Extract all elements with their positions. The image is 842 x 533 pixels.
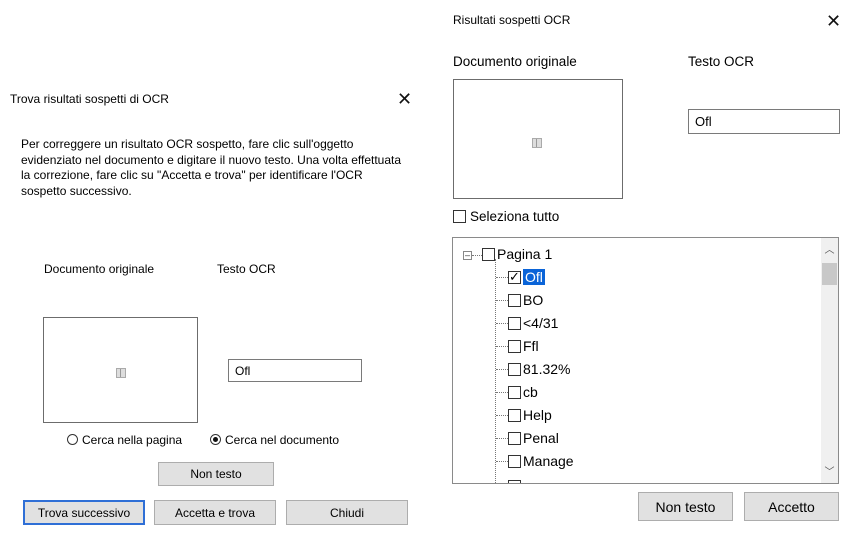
item-label: Penal [523,430,559,446]
tree-scrollbar[interactable]: ︿ ﹀ [821,238,838,483]
tree-item[interactable]: 81.32% [508,358,570,380]
radio-document-icon[interactable] [210,434,221,445]
item-checkbox[interactable] [508,293,521,307]
document-snippet-icon [532,138,542,148]
ocr-text-value: Ofl [235,363,251,378]
item-checkbox[interactable] [508,269,521,285]
radio-page-icon[interactable] [67,434,78,445]
not-text-button[interactable]: Non testo [158,462,274,486]
page-label: Pagina 1 [497,246,553,262]
tree-item[interactable]: cb [508,381,538,403]
collapse-icon[interactable]: – [463,251,472,260]
item-checkbox[interactable] [508,454,521,468]
ocr-text-value: Ofl [695,114,712,129]
item-checkbox[interactable] [508,339,521,353]
select-all-label: Seleziona tutto [470,209,560,224]
close-icon[interactable]: ✕ [397,90,412,108]
not-text-button[interactable]: Non testo [638,492,733,521]
ocr-text-label: Testo OCR [217,262,276,276]
radio-search-document-label: Cerca nel documento [225,433,340,447]
tree-item[interactable]: <4/31 [508,312,558,334]
left-dialog-title: Trova risultati sospetti di OCR [10,92,169,106]
item-checkbox[interactable] [508,316,521,330]
close-button[interactable]: Chiudi [286,500,408,525]
item-label: <4/31 [523,315,559,331]
ocr-text-input[interactable]: Ofl [688,109,840,134]
tree-item[interactable]: Help [508,404,552,426]
item-label: Ofl [523,269,545,285]
item-label: Help [523,407,552,423]
tree-item[interactable]: Ofl [508,266,545,288]
scroll-up-icon[interactable]: ︿ [821,241,838,256]
close-icon[interactable]: ✕ [826,12,841,30]
scroll-down-icon[interactable]: ﹀ [821,463,838,478]
accept-button[interactable]: Accetto [744,492,839,521]
scroll-thumb[interactable] [822,263,837,285]
item-checkbox[interactable] [508,408,521,422]
item-label: 81.32% [523,361,571,377]
item-label: Ffl [523,338,539,354]
instructions-text: Per correggere un risultato OCR sospetto… [21,137,402,198]
original-document-label: Documento originale [44,262,155,276]
ocr-text-label: Testo OCR [688,54,755,69]
document-snippet-icon [116,368,126,378]
tree-item[interactable]: BO [508,289,543,311]
radio-search-document[interactable]: Cerca nel documento [210,433,339,447]
radio-search-page-label: Cerca nella pagina [82,433,183,447]
tree-item[interactable]: Penal [508,427,559,449]
item-label: cb [523,384,538,400]
original-document-preview [43,317,198,423]
item-checkbox[interactable] [508,385,521,399]
tree-node-page[interactable]: Pagina 1 [482,243,552,265]
radio-search-page[interactable]: Cerca nella pagina [67,433,182,447]
suspect-results-tree[interactable]: – Pagina 1 Ofl BO <4/31 Ffl [452,237,839,484]
item-label: BO [523,292,544,308]
find-next-button[interactable]: Trova successivo [23,500,145,525]
accept-and-find-button[interactable]: Accetta e trova [154,500,276,525]
original-document-preview [453,79,623,199]
select-all-checkbox[interactable]: Seleziona tutto [453,209,559,224]
page-checkbox[interactable] [482,247,495,261]
item-label: Manage [523,453,574,469]
right-dialog-title: Risultati sospetti OCR [453,13,571,27]
item-checkbox[interactable] [508,431,521,445]
tree-item[interactable]: Manage [508,450,574,472]
original-document-label: Documento originale [453,54,577,69]
tree-item[interactable]: Ffl [508,335,539,357]
ocr-text-input[interactable]: Ofl [228,359,362,382]
select-all-box[interactable] [453,210,466,223]
item-checkbox[interactable] [508,362,521,376]
